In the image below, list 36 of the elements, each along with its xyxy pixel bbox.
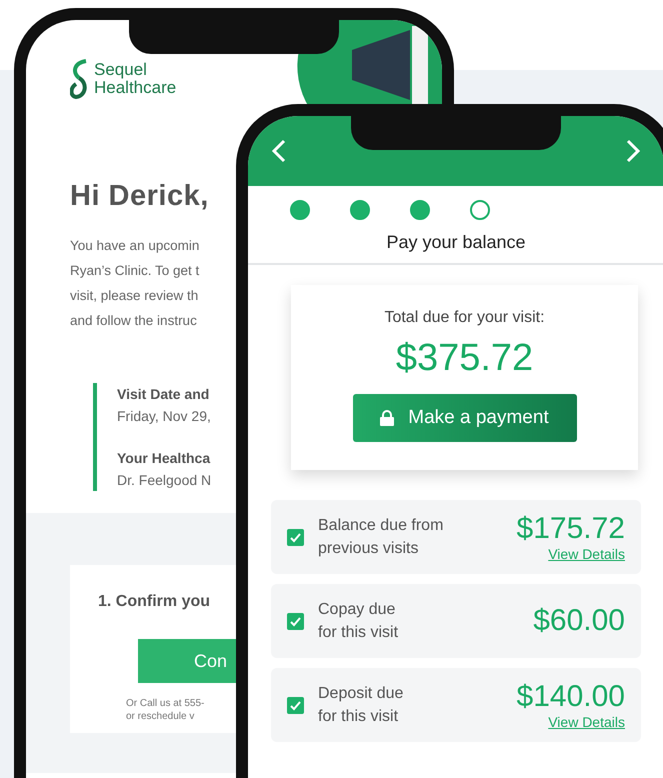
- charge-label: Copay due: [318, 600, 396, 620]
- view-details-link[interactable]: View Details: [548, 714, 625, 730]
- checkbox[interactable]: [287, 612, 304, 630]
- greeting-heading: Hi Derick,: [70, 180, 209, 213]
- payment-button[interactable]: Make a payment: [352, 394, 576, 442]
- detail-value: Friday, Nov 29,: [117, 407, 211, 426]
- charge-amount: $175.72: [516, 512, 625, 546]
- charge-label: Deposit due: [318, 684, 404, 704]
- message-text: and follow the instruc: [70, 312, 197, 330]
- charge-label: Balance due from: [318, 516, 444, 536]
- charge-label: previous visits: [318, 539, 420, 559]
- message-text: You have an upcomin: [70, 237, 200, 255]
- footnote-text: Or Call us at 555-: [126, 697, 204, 710]
- screen-title: Pay your balance: [248, 220, 663, 265]
- charge-amount: $140.00: [516, 680, 625, 714]
- confirm-button[interactable]: Con: [138, 639, 238, 683]
- charge-amount: $60.00: [533, 604, 625, 638]
- detail-label: Your Healthca: [117, 449, 210, 468]
- checkbox[interactable]: [287, 528, 304, 546]
- forward-icon[interactable]: [626, 139, 640, 163]
- footnote-text: or reschedule v: [126, 710, 194, 723]
- logo-text: Healthcare: [94, 79, 176, 97]
- detail-label: Visit Date and: [117, 385, 210, 404]
- view-details-link[interactable]: View Details: [548, 546, 625, 562]
- message-text: Ryan’s Clinic. To get t: [70, 262, 200, 280]
- checkbox[interactable]: [287, 696, 304, 714]
- total-amount: $375.72: [396, 337, 534, 380]
- step-heading: 1. Confirm you: [98, 593, 210, 611]
- charge-label: for this visit: [318, 707, 400, 727]
- logo-text: Sequel: [94, 61, 148, 79]
- charge-label: for this visit: [318, 623, 400, 643]
- message-text: visit, please review th: [70, 287, 198, 305]
- detail-value: Dr. Feelgood N: [117, 471, 212, 490]
- lock-icon: [380, 410, 394, 426]
- total-label: Total due for your visit:: [384, 309, 545, 327]
- back-icon[interactable]: [272, 139, 286, 163]
